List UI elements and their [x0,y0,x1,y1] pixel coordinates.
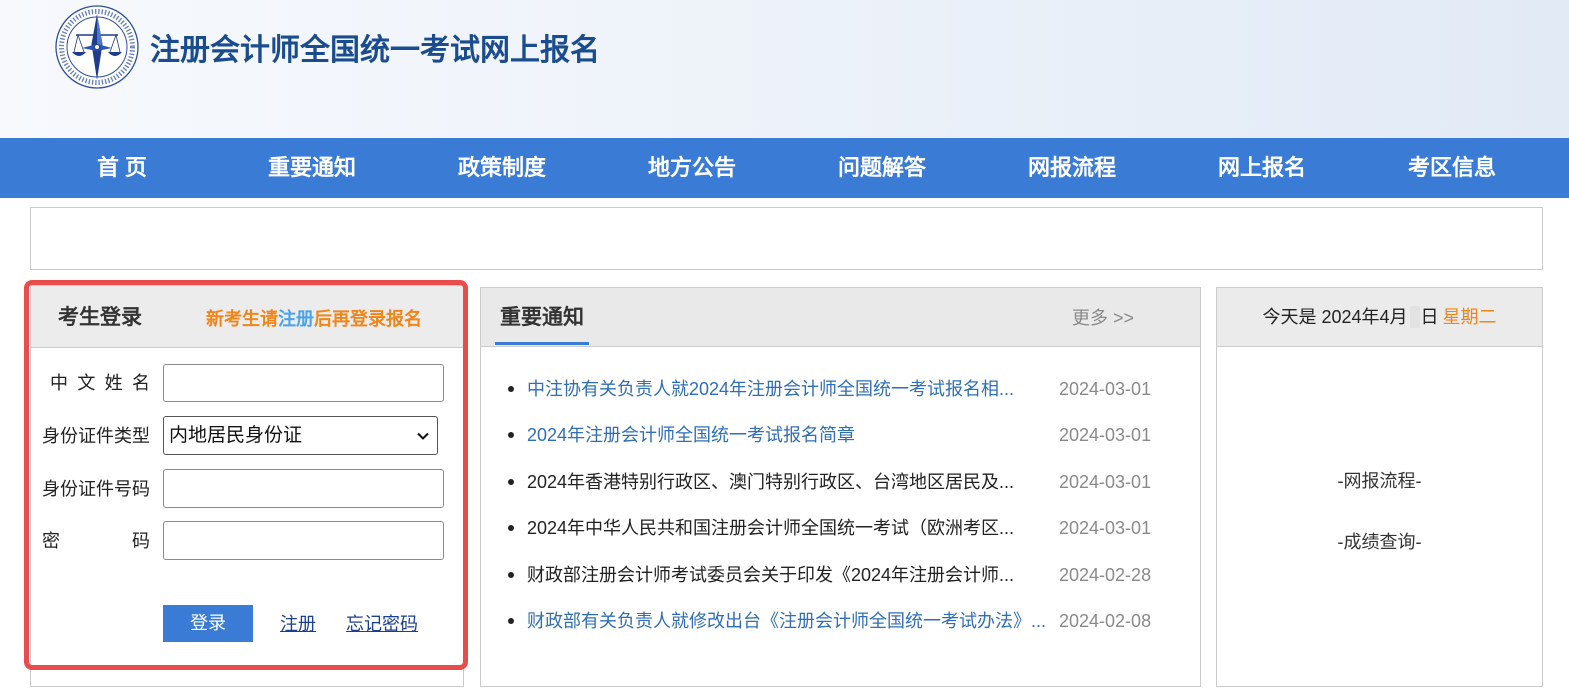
password-input[interactable] [163,521,444,560]
list-item: 2024年香港特别行政区、澳门特别行政区、台湾地区居民及... 2024-03-… [501,459,1181,505]
forgot-password-link[interactable]: 忘记密码 [346,612,418,636]
bullet-icon [508,571,514,578]
login-title: 考生登录 [58,306,142,329]
notice-link[interactable]: 2024年香港特别行政区、澳门特别行政区、台湾地区居民及... [527,470,1052,494]
notice-date: 2024-03-01 [1059,518,1152,539]
redacted-day-block [1409,305,1420,328]
login-button[interactable]: 登录 [163,605,253,642]
list-item: 2024年注册会计师全国统一考试报名简章 2024-03-01 [501,412,1181,458]
notice-link[interactable]: 2024年中华人民共和国注册会计师全国统一考试（欧洲考区... [527,516,1052,540]
new-candidate-notice: 新考生请注册后再登录报名 [206,307,422,331]
login-panel-header: 考生登录 新考生请注册后再登录报名 [31,286,463,348]
notices-title[interactable]: 重要通知 [500,305,584,331]
page: 注册会计师全国统一考试网上报名 首 页 重要通知 政策制度 地方公告 问题解答 … [0,0,1569,694]
bullet-icon [508,432,514,439]
side-panel: 今天是 2024年4月日星期二 -网报流程- -成绩查询- [1216,287,1543,687]
id-type-label: 身份证件类型 [42,426,150,446]
nav-item-policies[interactable]: 政策制度 [407,138,597,198]
important-notices-panel: 重要通知 更多 >> 中注协有关负责人就2024年注册会计师全国统一考试报名相.… [480,287,1201,687]
site-header: 注册会计师全国统一考试网上报名 [0,0,1569,138]
password-label: 密 码 [42,531,150,551]
notice-date: 2024-03-01 [1059,379,1152,399]
notice-date: 2024-03-01 [1059,471,1152,492]
site-title: 注册会计师全国统一考试网上报名 [150,34,600,67]
date-prefix: 今天是 2024年4月 [1262,307,1408,327]
id-number-input[interactable] [163,469,444,508]
id-type-select-wrap: 内地居民身份证 [163,416,438,455]
nav-item-online-registration[interactable]: 网上报名 [1167,138,1357,198]
side-link-registration-process[interactable]: -网报流程- [1217,469,1542,493]
list-item: 财政部注册会计师考试委员会关于印发《2024年注册会计师... 2024-02-… [501,552,1181,598]
cicpa-emblem-icon[interactable] [54,4,140,90]
nav-item-registration-process[interactable]: 网报流程 [977,138,1167,198]
today-date-header: 今天是 2024年4月日星期二 [1217,288,1542,347]
notice-link[interactable]: 财政部注册会计师考试委员会关于印发《2024年注册会计师... [527,563,1052,587]
notice-date: 2024-02-28 [1059,564,1152,585]
notice-date: 2024-02-08 [1059,610,1152,631]
main-nav: 首 页 重要通知 政策制度 地方公告 问题解答 网报流程 网上报名 考区信息 [0,138,1569,198]
nav-item-exam-region-info[interactable]: 考区信息 [1357,138,1547,198]
id-number-label: 身份证件号码 [42,479,150,499]
bullet-icon [508,478,514,485]
list-item: 中注协有关负责人就2024年注册会计师全国统一考试报名相... 2024-03-… [501,366,1181,412]
bullet-icon [508,386,514,392]
bullet-icon [508,617,514,624]
list-item: 2024年中华人民共和国注册会计师全国统一考试（欧洲考区... 2024-03-… [501,505,1181,551]
bullet-icon [508,525,514,532]
more-link[interactable]: 更多 >> [1072,306,1134,330]
name-label: 中 文 姓 名 [50,373,150,393]
notices-list: 中注协有关负责人就2024年注册会计师全国统一考试报名相... 2024-03-… [501,366,1181,644]
list-item: 财政部有关负责人就修改出台《注册会计师全国统一考试办法》... 2024-02-… [501,598,1181,644]
id-type-select[interactable]: 内地居民身份证 [163,416,438,455]
notices-tab-underline [495,342,589,345]
notice-suffix: 后再登录报名 [314,309,422,329]
date-suffix: 日 [1420,307,1439,327]
notice-prefix: 新考生请 [206,309,278,329]
side-link-score-query[interactable]: -成绩查询- [1217,530,1542,554]
notices-header: 重要通知 更多 >> [481,288,1200,347]
register-link[interactable]: 注册 [280,612,316,636]
nav-item-important-notices[interactable]: 重要通知 [217,138,407,198]
banner-area [30,207,1543,270]
name-input[interactable] [163,364,444,402]
nav-item-faq[interactable]: 问题解答 [787,138,977,198]
nav-item-local-announcements[interactable]: 地方公告 [597,138,787,198]
notice-register-link[interactable]: 注册 [278,309,314,329]
weekday: 星期二 [1442,307,1497,327]
notice-link[interactable]: 财政部有关负责人就修改出台《注册会计师全国统一考试办法》... [527,609,1052,633]
notice-link[interactable]: 2024年注册会计师全国统一考试报名简章 [527,423,1052,447]
nav-item-home[interactable]: 首 页 [27,138,217,198]
notice-link[interactable]: 中注协有关负责人就2024年注册会计师全国统一考试报名相... [527,377,1052,401]
notice-date: 2024-03-01 [1059,425,1152,446]
